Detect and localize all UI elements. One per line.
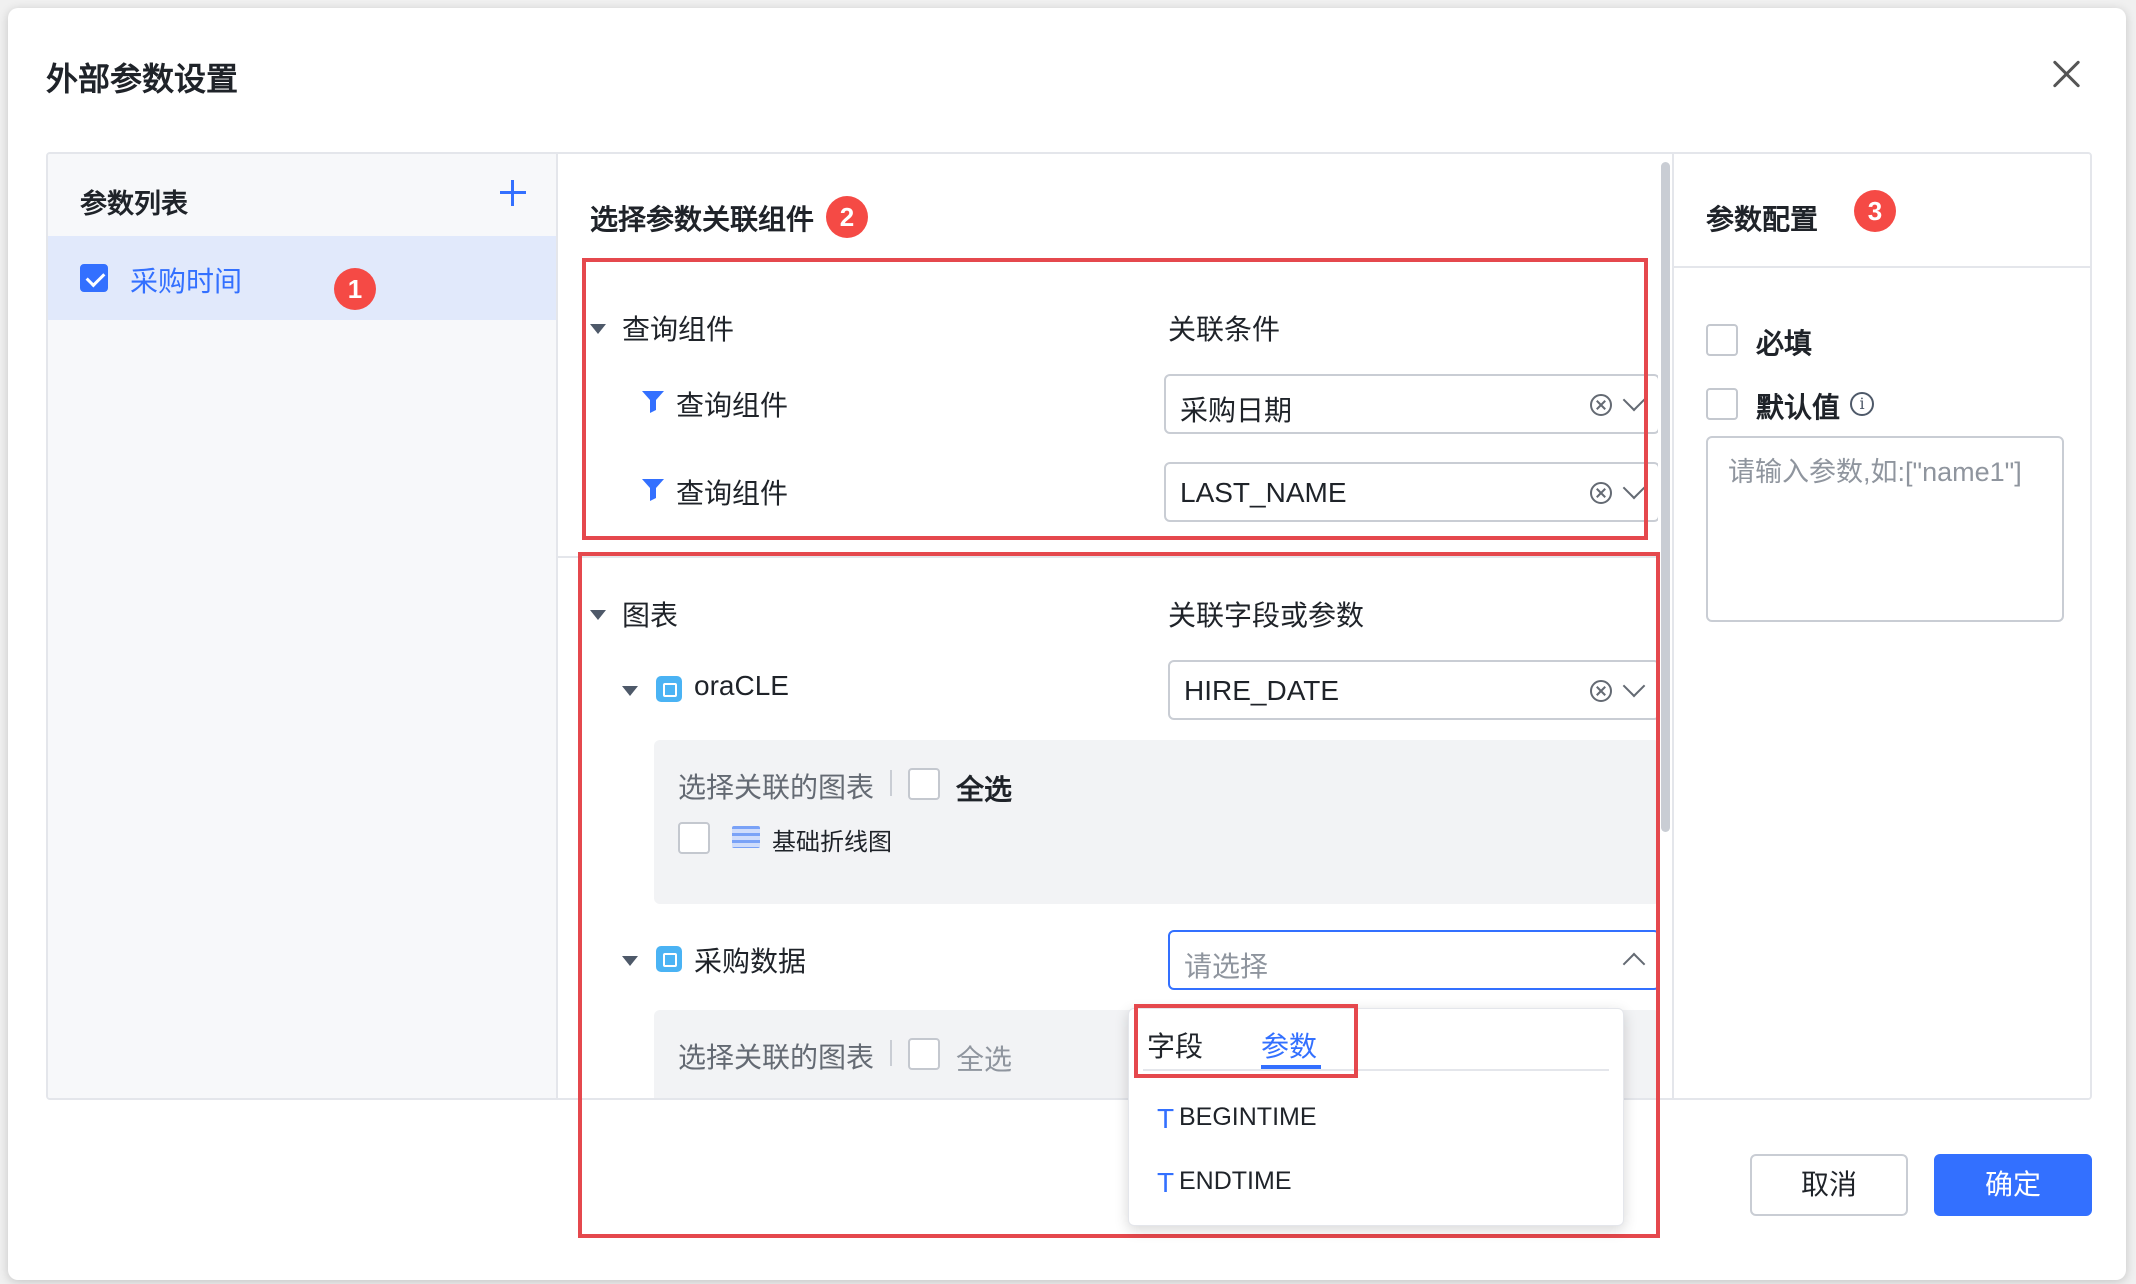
- step-badge-2: 2: [826, 196, 868, 238]
- step-badge-3: 3: [1854, 190, 1896, 232]
- option-label: ENDTIME: [1179, 1167, 1292, 1195]
- component-panel-title: 选择参数关联组件: [590, 204, 815, 235]
- dialog: 外部参数设置 参数列表 采购时间 1 选择参数关联组件 2 查询组件 关联条件 …: [8, 8, 2126, 1280]
- param-config-header: 参数配置 3: [1674, 154, 2090, 268]
- param-item-label: 采购时间: [130, 266, 243, 297]
- info-icon[interactable]: i: [1850, 392, 1874, 416]
- text-type-icon: T: [1157, 1103, 1175, 1134]
- param-item-checkbox[interactable]: [80, 264, 108, 292]
- highlight-query-section: [582, 258, 1648, 540]
- add-param-icon[interactable]: [498, 178, 528, 208]
- required-label: 必填: [1756, 328, 1813, 359]
- param-item-purchase-time[interactable]: 采购时间 1: [48, 236, 556, 320]
- default-value-checkbox[interactable]: [1706, 388, 1738, 420]
- close-icon[interactable]: [2046, 54, 2086, 94]
- option-label: BEGINTIME: [1179, 1103, 1317, 1131]
- param-list-title: 参数列表: [80, 189, 188, 219]
- param-list-panel: 参数列表 采购时间 1: [48, 154, 558, 1098]
- highlight-dropdown-tabs: [1134, 1004, 1358, 1078]
- scroll-thumb[interactable]: [1661, 162, 1670, 832]
- cancel-button[interactable]: 取消: [1750, 1154, 1908, 1216]
- step-badge-1: 1: [334, 268, 376, 310]
- text-type-icon: T: [1157, 1167, 1175, 1198]
- required-checkbox[interactable]: [1706, 324, 1738, 356]
- dialog-title: 外部参数设置: [46, 61, 239, 97]
- param-config-title: 参数配置: [1706, 204, 1819, 235]
- ok-button[interactable]: 确定: [1934, 1154, 2092, 1216]
- default-value-placeholder: 请输入参数,如:["name1"]: [1728, 457, 2022, 487]
- default-value-input[interactable]: 请输入参数,如:["name1"]: [1706, 436, 2064, 622]
- param-list-header: 参数列表: [48, 154, 556, 234]
- default-value-label: 默认值: [1756, 392, 1841, 423]
- scrollbar[interactable]: [1658, 154, 1672, 1098]
- param-config-panel: 参数配置 3 必填 默认值 i 请输入参数,如:["name1"]: [1672, 154, 2090, 1098]
